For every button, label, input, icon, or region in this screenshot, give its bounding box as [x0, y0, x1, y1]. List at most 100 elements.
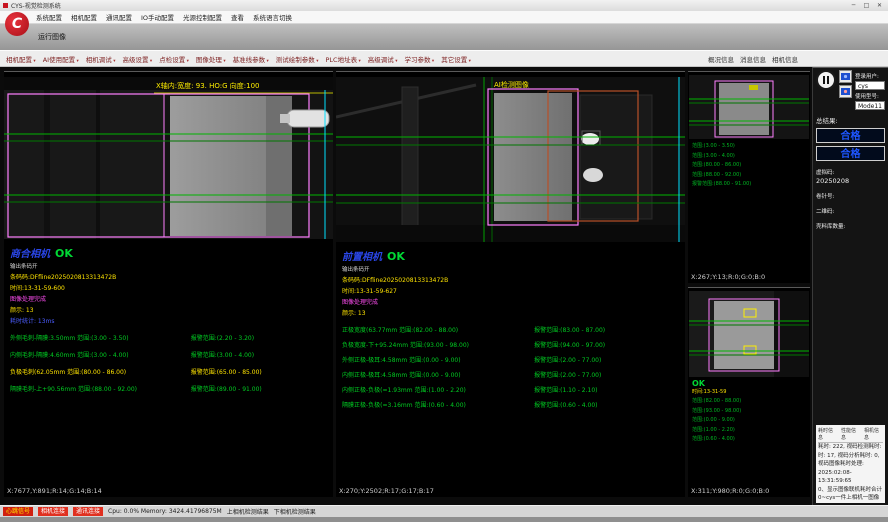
preview-line: 报警范围:(88.00 - 91.00): [692, 180, 806, 190]
camera-view-button-2[interactable]: [839, 85, 852, 98]
preview-line: 范围:(88.00 - 92.00): [692, 171, 806, 181]
alarm-range: 报警范围:(0.60 - 4.00): [534, 400, 597, 409]
measure-row: 隔膜毛刺-上+90.56mm 范围:(88.00 - 92.00)报警范围:(8…: [10, 384, 327, 393]
measure-value: 外侧毛刺-隔膜:3.50mm 范围:(3.00 - 3.50): [10, 333, 191, 342]
toolbar-plc-address[interactable]: PLC地址表: [326, 54, 361, 64]
mid-pixel-coordinate: X:270;Y:2502;R:17;G:17;B:17: [336, 486, 685, 497]
preview-line: 范围:(3.00 - 4.00): [692, 152, 806, 162]
virtual-code-value: 20250208: [816, 177, 885, 185]
toolbar-camera-config[interactable]: 相机配置: [6, 54, 36, 64]
toolbar-advanced-settings[interactable]: 高级设置: [122, 54, 152, 64]
menu-light-control-config[interactable]: 光源控制配置: [183, 12, 222, 22]
camera-view-button-1[interactable]: [839, 70, 852, 83]
mid-camera-image[interactable]: AI检测图像: [336, 77, 685, 242]
toolbar-other-settings[interactable]: 其它设置: [441, 54, 471, 64]
left-elapsed: 耗时统计: 13ms: [10, 316, 327, 325]
menu-language-switch[interactable]: 系统语言切换: [253, 12, 292, 22]
left-camera-view: X轴内:宽度: 93. HO:G 向度:100 商合相机OK 输出条码开 条码码…: [4, 71, 333, 497]
alarm-range: 报警范围:(89.00 - 91.00): [191, 384, 262, 393]
measure-row: 正极宽度(63.77mm 范围:(82.00 - 88.00)报警范围:(83.…: [342, 325, 679, 334]
menu-camera-config[interactable]: 相机配置: [71, 12, 97, 22]
pause-icon: [827, 76, 829, 84]
main-area: X轴内:宽度: 93. HO:G 向度:100 商合相机OK 输出条码开 条码码…: [0, 67, 888, 505]
preview-column: 范围:(3.00 - 3.50) 范围:(3.00 - 4.00) 范围:(80…: [688, 71, 810, 497]
measure-row: 隔膜正极-负极(=3.16mm 范围:(0.60 - 4.00)报警范围:(0.…: [342, 400, 679, 409]
alarm-range: 报警范围:(83.00 - 87.00): [534, 325, 605, 334]
toolbar-test-draw-params[interactable]: 测试绘制参数: [276, 54, 319, 64]
tab-strip: 运行图像: [0, 24, 888, 50]
preview-2-status-ok: OK: [688, 378, 810, 388]
stats-line: 耗时: 222, 视码检测耗时:: [818, 443, 883, 452]
connector-object: [287, 110, 329, 127]
login-user-field[interactable]: cys: [855, 81, 885, 90]
tab-overview-info[interactable]: 概况信息: [708, 54, 734, 64]
toolbar-image-process[interactable]: 图像处理: [196, 54, 226, 64]
left-status-ok: OK: [55, 247, 73, 260]
model-label: 使用型号:: [855, 92, 885, 100]
camera-icon: [841, 88, 850, 95]
stats-tab-perf[interactable]: 性能信息: [841, 427, 860, 441]
window-title: CYS-视觉检测系统: [11, 1, 61, 10]
preview-1-image[interactable]: [689, 75, 809, 139]
preview-1-coordinate: X:267;Y:13;R:0;G:0;B:0: [688, 272, 810, 283]
toolbar-baseline-params[interactable]: 基准线参数: [233, 54, 269, 64]
total-result-label: 总结果:: [816, 115, 885, 125]
brand-logo-icon: C: [5, 12, 29, 36]
title-bar: CYS-视觉检测系统 ─ □ ✕: [0, 0, 888, 11]
measure-value: 隔膜正极-负极(=3.16mm 范围:(0.60 - 4.00): [342, 400, 534, 409]
menu-view[interactable]: 查看: [231, 12, 244, 22]
stats-lines: 耗时: 222, 视码检测耗时: 时: 17, 视码分析耗时: 0, 视码图像耗…: [818, 443, 883, 503]
stats-line: 0、显示图像联机耗时合计: [818, 486, 883, 495]
measure-value: 负极毛刺(62.05mm 范围:(80.00 - 86.00): [10, 367, 191, 376]
info-tabs: 概况信息 消息信息 相机信息: [708, 54, 798, 64]
measure-value: 正极宽度(63.77mm 范围:(82.00 - 88.00): [342, 325, 534, 334]
lower-camera-result-label: 下相机检测结果: [274, 507, 316, 516]
left-camera-image[interactable]: X轴内:宽度: 93. HO:G 向度:100: [4, 77, 333, 239]
preview-line: 范围:(0.00 - 9.00): [692, 416, 806, 426]
toolbar-camera-debug[interactable]: 相机调试: [86, 54, 116, 64]
menu-io-manual-config[interactable]: IO手动配置: [141, 12, 174, 22]
left-camera-title: 商合相机OK: [10, 245, 327, 260]
mid-process-done: 图像处理完成: [342, 297, 679, 306]
stats-tab-camera[interactable]: 相机信息: [864, 427, 883, 441]
measure-row: 内侧毛刺-隔膜:4.60mm 范围:(3.00 - 4.00)报警范围:(3.0…: [10, 350, 327, 359]
preview-line: 范围:(93.00 - 98.00): [692, 407, 806, 417]
model-field[interactable]: Mode11: [855, 101, 885, 110]
toolbar-ai-config[interactable]: AI使用配置: [43, 54, 79, 64]
comm-link-status-badge: 通讯连接: [73, 507, 103, 516]
toolbar-learn-params[interactable]: 学习参数: [405, 54, 435, 64]
menu-system-config[interactable]: 系统配置: [36, 12, 62, 22]
measure-value: 负极宽度-下+95.24mm 范围:(93.00 - 98.00): [342, 340, 534, 349]
alarm-range: 报警范围:(65.00 - 85.00): [191, 367, 262, 376]
maximize-button[interactable]: □: [861, 2, 872, 9]
mid-output-line: 输出条码开: [342, 265, 679, 273]
bottom-strip: [0, 517, 888, 522]
preview-2-lines: 范围:(82.00 - 88.00) 范围:(93.00 - 98.00) 范围…: [688, 395, 810, 447]
preview-2-coordinate: X:311;Y:980;R:0;G:0;B:0: [688, 486, 810, 497]
mid-camera-view: AI检测图像 前置相机OK 输出条码开 条码码:DFfline202502081…: [336, 71, 685, 497]
close-button[interactable]: ✕: [874, 2, 885, 9]
preview-line: 范围:(82.00 - 88.00): [692, 397, 806, 407]
minimize-button[interactable]: ─: [848, 2, 859, 9]
menu-comm-config[interactable]: 通讯配置: [106, 12, 132, 22]
pause-icon: [823, 76, 825, 84]
mid-barcode: 条码码:DFfline2025020813313472B: [342, 275, 679, 284]
mid-time: 时间:13-31-59-627: [342, 286, 679, 295]
cpu-memory-status: Cpu: 0.0% Memory: 3424.41796875M: [108, 508, 222, 515]
toolbar-advanced-debug[interactable]: 高级调试: [368, 54, 398, 64]
stats-tab-time[interactable]: 耗时信息: [818, 427, 837, 441]
alarm-range: 报警范围:(2.20 - 3.20): [191, 333, 254, 342]
toolbar: 相机配置 AI使用配置 相机调试 高级设置 点检设置 图像处理 基准线参数 测试…: [0, 50, 888, 67]
tab-camera-info[interactable]: 相机信息: [772, 54, 798, 64]
measure-row-warning: 负极毛刺(62.05mm 范围:(80.00 - 86.00)报警范围:(65.…: [10, 367, 327, 376]
left-overlay-text: X轴内:宽度: 93. HO:G 向度:100: [156, 81, 259, 90]
left-display-count: 颜示: 13: [10, 305, 327, 314]
tab-run-image[interactable]: 运行图像: [38, 32, 66, 42]
virtual-code-label: 虚拟码:: [816, 168, 885, 176]
alarm-range: 报警范围:(1.10 - 2.10): [534, 385, 597, 394]
toolbar-spot-check[interactable]: 点检设置: [159, 54, 189, 64]
preview-2-image[interactable]: [689, 291, 809, 377]
tab-message-info[interactable]: 消息信息: [740, 54, 766, 64]
qr-code-label: 二维码:: [816, 207, 885, 215]
pause-button[interactable]: [816, 70, 836, 90]
